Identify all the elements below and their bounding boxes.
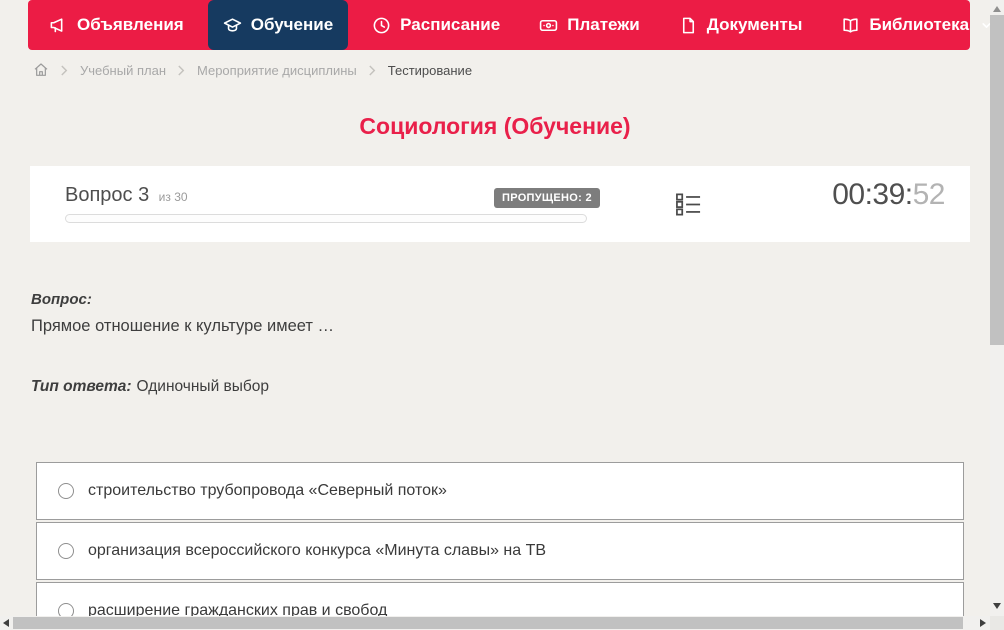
nav-item-label: Платежи [567, 15, 640, 35]
megaphone-icon [49, 16, 68, 35]
radio-button[interactable] [58, 543, 74, 559]
nav-item-schedule[interactable]: Расписание [357, 0, 515, 50]
quiz-header-card: Вопрос 3 из 30 ПРОПУЩЕНО: 2 00:39:52 [30, 166, 970, 242]
page-content: Объявления Обучение Расписание Платежи [0, 0, 990, 616]
timer-hours-minutes: 00:39: [832, 178, 912, 211]
nav-item-documents[interactable]: Документы [664, 0, 818, 50]
nav-item-label: Библиотека [869, 15, 969, 35]
clock-icon [372, 16, 391, 35]
vertical-scrollbar[interactable] [990, 0, 1004, 616]
nav-item-learning[interactable]: Обучение [208, 0, 348, 50]
nav-item-announcements[interactable]: Объявления [34, 0, 199, 50]
breadcrumb-link-discipline-event[interactable]: Мероприятие дисциплины [197, 63, 357, 78]
browser-viewport: Объявления Обучение Расписание Платежи [0, 0, 1004, 630]
graduation-cap-icon [223, 16, 242, 35]
nav-item-payments[interactable]: Платежи [524, 0, 655, 50]
timer-seconds: 52 [913, 178, 945, 211]
question-label: Вопрос: [31, 291, 92, 308]
nav-item-label: Расписание [400, 15, 500, 35]
nav-item-label: Объявления [77, 15, 184, 35]
answer-option-label: строительство трубопровода «Северный пот… [88, 482, 447, 500]
breadcrumb-current-testing: Тестирование [388, 63, 472, 78]
radio-button[interactable] [58, 483, 74, 499]
answer-option-label: организация всероссийского конкурса «Мин… [88, 542, 546, 560]
progress-bar [65, 214, 587, 223]
banknote-icon [539, 16, 558, 35]
question-total: из 30 [159, 190, 188, 204]
question-text: Прямое отношение к культуре имеет … [31, 317, 334, 336]
chevron-down-icon [980, 19, 990, 32]
top-navigation: Объявления Обучение Расписание Платежи [28, 0, 970, 50]
answer-type-row: Тип ответа: Одиночный выбор [31, 378, 269, 396]
skipped-badge: ПРОПУЩЕНО: 2 [494, 188, 600, 208]
scroll-up-arrow[interactable] [993, 6, 1001, 12]
answer-options-list: строительство трубопровода «Северный пот… [36, 462, 964, 616]
horizontal-scrollbar[interactable] [0, 616, 990, 630]
chevron-right-icon [60, 64, 69, 77]
breadcrumb: Учебный план Мероприятие дисциплины Тест… [33, 62, 472, 78]
scroll-left-arrow[interactable] [3, 619, 9, 627]
scroll-right-arrow[interactable] [980, 619, 986, 627]
chevron-right-icon [177, 64, 186, 77]
answer-option[interactable]: организация всероссийского конкурса «Мин… [36, 522, 964, 580]
chevron-right-icon [368, 64, 377, 77]
question-counter: Вопрос 3 из 30 [65, 184, 188, 207]
answer-option[interactable]: строительство трубопровода «Северный пот… [36, 462, 964, 520]
open-book-icon [841, 16, 860, 35]
timer: 00:39:52 [832, 178, 945, 212]
scroll-down-arrow[interactable] [993, 603, 1001, 609]
question-list-icon[interactable] [675, 191, 702, 218]
home-icon[interactable] [33, 62, 49, 78]
radio-button[interactable] [58, 603, 74, 616]
answer-option-label: расширение гражданских прав и свобод [88, 602, 387, 616]
breadcrumb-link-study-plan[interactable]: Учебный план [80, 63, 166, 78]
vertical-scrollbar-thumb[interactable] [990, 15, 1004, 345]
nav-item-label: Документы [707, 15, 803, 35]
nav-item-label: Обучение [251, 15, 333, 35]
page-title: Социология (Обучение) [0, 113, 990, 140]
horizontal-scrollbar-thumb[interactable] [13, 617, 963, 629]
answer-option[interactable]: расширение гражданских прав и свобод [36, 582, 964, 616]
question-number: Вопрос 3 [65, 184, 149, 206]
answer-type-label: Тип ответа: [31, 378, 132, 395]
scrollbar-corner [990, 616, 1004, 630]
document-icon [679, 16, 698, 35]
nav-item-library[interactable]: Библиотека [826, 0, 990, 50]
answer-type-value: Одиночный выбор [137, 378, 270, 395]
